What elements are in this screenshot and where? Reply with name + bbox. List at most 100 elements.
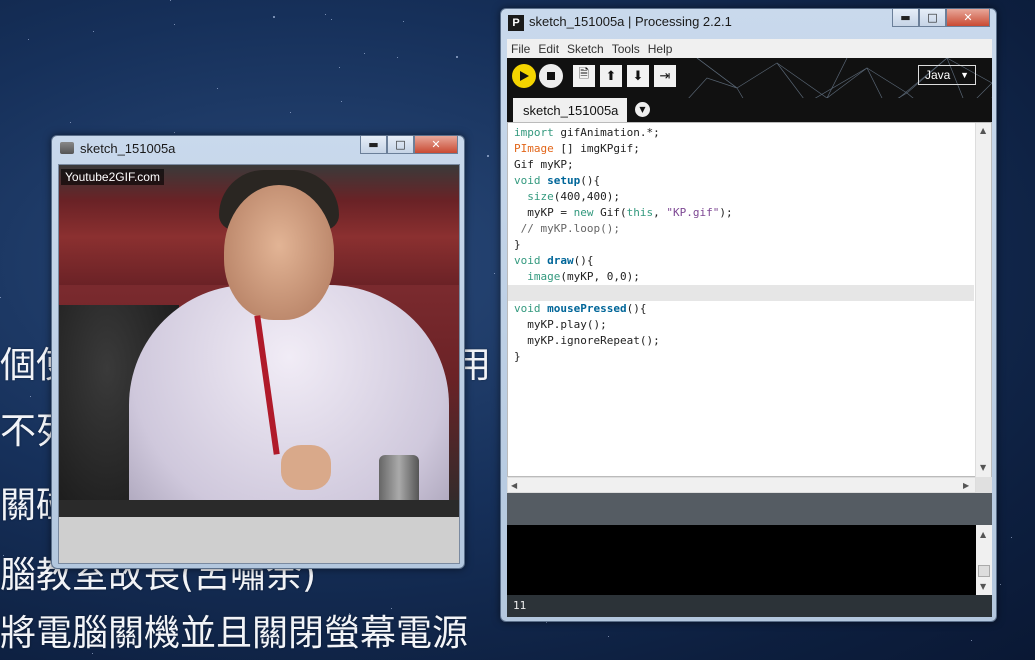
stop-icon xyxy=(547,72,555,80)
code-line[interactable]: myKP.ignoreRepeat(); xyxy=(514,333,733,349)
close-button[interactable]: ✕ xyxy=(946,9,990,27)
code-line[interactable]: // myKP.loop(); xyxy=(514,221,733,237)
scroll-right-icon: ▶ xyxy=(963,481,970,490)
close-icon: ✕ xyxy=(963,11,973,24)
star-dot xyxy=(174,132,175,133)
code-text[interactable]: import gifAnimation.*; PImage [] imgKPgif… xyxy=(508,125,974,365)
menu-file[interactable]: File xyxy=(511,42,530,56)
photo-fist xyxy=(281,445,331,490)
mode-label: Java xyxy=(925,68,951,82)
star-dot xyxy=(0,297,1,298)
code-line[interactable]: void mousePressed(){ xyxy=(514,301,733,317)
console-scrollbar[interactable]: ▲ ▼ xyxy=(976,525,992,595)
maximize-button[interactable]: □ xyxy=(919,9,946,27)
scroll-up-icon: ▲ xyxy=(980,126,987,135)
save-icon: ⬇ xyxy=(632,68,644,84)
code-line[interactable]: import gifAnimation.*; xyxy=(514,125,733,141)
tab-sketch[interactable]: sketch_151005a xyxy=(513,98,627,122)
code-line[interactable]: void setup(){ xyxy=(514,173,733,189)
animated-gif-frame: Youtube2GIF.com xyxy=(59,165,459,517)
tab-bar: sketch_151005a ▼ xyxy=(507,98,992,122)
java-app-icon xyxy=(60,142,74,154)
code-line[interactable]: PImage [] imgKPgif; xyxy=(514,141,733,157)
code-line[interactable]: void draw(){ xyxy=(514,253,733,269)
star-dot xyxy=(487,155,489,157)
sketch-titlebar[interactable]: sketch_151005a ▬ □ ✕ xyxy=(52,136,464,160)
scroll-thumb[interactable] xyxy=(978,565,990,577)
maximize-icon: □ xyxy=(927,11,938,24)
code-line[interactable]: myKP.play(); xyxy=(514,317,733,333)
star-dot xyxy=(273,16,275,18)
processing-window: P sketch_151005a | Processing 2.2.1 ▬ □ … xyxy=(500,8,997,622)
star-dot xyxy=(1011,537,1012,538)
message-area xyxy=(507,493,992,525)
open-button[interactable]: ⬆ xyxy=(600,65,622,87)
status-bar: 11 xyxy=(507,595,992,617)
scroll-left-icon: ◀ xyxy=(511,481,518,490)
scroll-up-icon: ▲ xyxy=(980,530,987,539)
run-button[interactable] xyxy=(512,64,536,88)
new-file-icon: 🗎 xyxy=(578,67,590,82)
minimize-icon: ▬ xyxy=(900,11,911,24)
processing-titlebar[interactable]: P sketch_151005a | Processing 2.2.1 ▬ □ … xyxy=(501,9,996,33)
code-line[interactable]: } xyxy=(514,237,733,253)
menu-bar: File Edit Sketch Tools Help xyxy=(507,39,992,58)
menu-tools[interactable]: Tools xyxy=(612,42,640,56)
star-dot xyxy=(494,273,495,274)
star-dot xyxy=(290,112,291,113)
star-dot xyxy=(364,53,365,54)
scrollbar-corner xyxy=(976,477,992,493)
editor-vertical-scrollbar[interactable]: ▲ ▼ xyxy=(975,123,991,478)
star-dot xyxy=(1000,584,1001,585)
open-icon: ⬆ xyxy=(605,68,617,84)
close-button[interactable]: ✕ xyxy=(414,136,458,154)
star-dot xyxy=(403,21,404,22)
save-button[interactable]: ⬇ xyxy=(627,65,649,87)
sketch-window-title: sketch_151005a xyxy=(80,141,176,156)
code-line[interactable]: } xyxy=(514,349,733,365)
console[interactable]: ▲ ▼ xyxy=(507,525,992,595)
new-button[interactable]: 🗎 xyxy=(573,65,595,87)
line-number: 11 xyxy=(513,599,527,612)
sketch-canvas[interactable]: Youtube2GIF.com xyxy=(58,164,460,564)
star-dot xyxy=(174,24,175,25)
toolbar: 🗎 ⬆ ⬇ ⇥ Java ▼ xyxy=(507,58,992,98)
scroll-down-icon: ▼ xyxy=(980,463,987,472)
stop-button[interactable] xyxy=(539,64,563,88)
code-line[interactable]: Gif myKP; xyxy=(514,157,733,173)
star-dot xyxy=(70,122,71,123)
code-line[interactable]: image(myKP, 0,0); xyxy=(514,269,733,285)
current-line-highlight xyxy=(508,285,974,301)
scroll-down-icon: ▼ xyxy=(980,582,987,591)
photo-person-head xyxy=(224,185,334,320)
star-dot xyxy=(93,31,94,32)
minimize-button[interactable]: ▬ xyxy=(892,9,919,27)
maximize-button[interactable]: □ xyxy=(387,136,414,154)
code-line[interactable]: size(400,400); xyxy=(514,189,733,205)
star-dot xyxy=(391,608,392,609)
minimize-button[interactable]: ▬ xyxy=(360,136,387,154)
processing-logo-icon: P xyxy=(508,15,524,31)
star-dot xyxy=(971,640,972,641)
mode-selector[interactable]: Java ▼ xyxy=(918,65,976,85)
code-editor[interactable]: import gifAnimation.*; PImage [] imgKPgif… xyxy=(507,122,992,478)
star-dot xyxy=(30,396,31,397)
chevron-down-icon: ▼ xyxy=(960,70,969,80)
minimize-icon: ▬ xyxy=(368,138,379,151)
menu-edit[interactable]: Edit xyxy=(538,42,559,56)
star-dot xyxy=(397,57,398,58)
code-line[interactable]: myKP = new Gif(this, "KP.gif"); xyxy=(514,205,732,221)
menu-help[interactable]: Help xyxy=(648,42,673,56)
chevron-down-icon: ▼ xyxy=(639,105,646,114)
star-dot xyxy=(331,19,332,20)
processing-window-title: sketch_151005a | Processing 2.2.1 xyxy=(529,14,732,29)
editor-horizontal-scrollbar[interactable]: ◀ ▶ xyxy=(507,477,976,493)
star-dot xyxy=(170,0,171,1)
export-button[interactable]: ⇥ xyxy=(654,65,676,87)
star-dot xyxy=(339,67,340,68)
tab-menu-button[interactable]: ▼ xyxy=(635,102,650,117)
star-dot xyxy=(217,88,218,89)
close-icon: ✕ xyxy=(431,138,441,151)
maximize-icon: □ xyxy=(395,138,406,151)
menu-sketch[interactable]: Sketch xyxy=(567,42,604,56)
